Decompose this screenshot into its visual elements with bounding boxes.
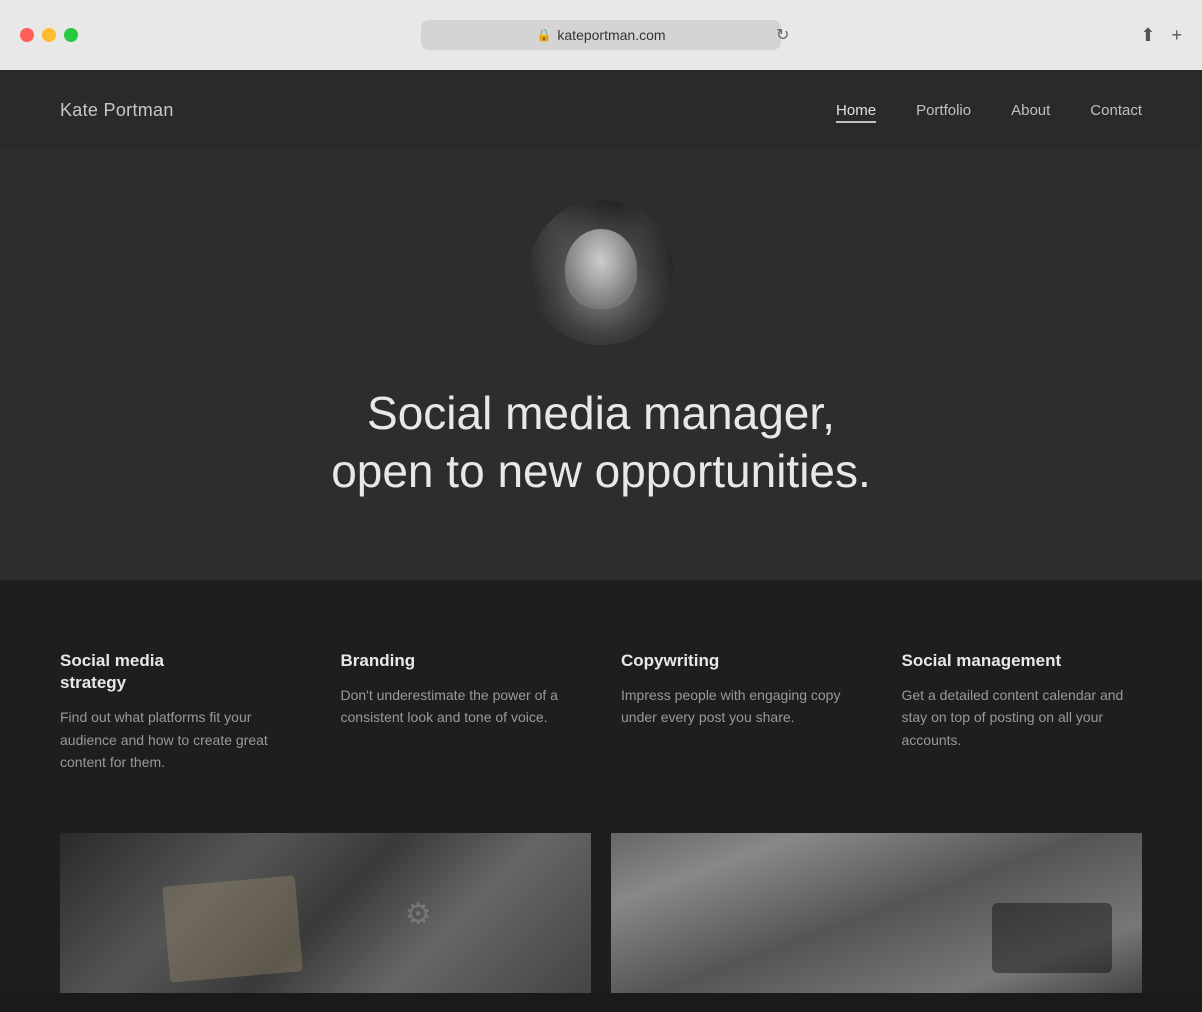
lock-icon: 🔒 bbox=[536, 28, 551, 42]
hero-section: Social media manager, open to new opport… bbox=[0, 150, 1202, 580]
site-logo[interactable]: Kate Portman bbox=[60, 100, 174, 121]
website: Kate Portman Home Portfolio About Contac… bbox=[0, 70, 1202, 993]
service-desc-1: Don't underestimate the power of a consi… bbox=[341, 684, 582, 729]
service-desc-2: Impress people with engaging copy under … bbox=[621, 684, 862, 729]
main-nav: Kate Portman Home Portfolio About Contac… bbox=[0, 70, 1202, 150]
url-text: kateportman.com bbox=[557, 27, 665, 43]
browser-chrome: 🔒 kateportman.com ↻ ⬆ + bbox=[0, 0, 1202, 70]
service-social-management: Social management Get a detailed content… bbox=[902, 650, 1143, 773]
service-social-media-strategy: Social mediastrategy Find out what platf… bbox=[60, 650, 301, 773]
nav-link-portfolio[interactable]: Portfolio bbox=[916, 102, 971, 119]
address-bar[interactable]: 🔒 kateportman.com bbox=[421, 20, 781, 50]
nav-links: Home Portfolio About Contact bbox=[836, 102, 1142, 119]
traffic-lights bbox=[20, 28, 78, 42]
close-button[interactable] bbox=[20, 28, 34, 42]
service-copywriting: Copywriting Impress people with engaging… bbox=[621, 650, 862, 773]
browser-actions: ⬆ + bbox=[1140, 25, 1182, 46]
services-section: Social mediastrategy Find out what platf… bbox=[0, 580, 1202, 833]
portfolio-thumb-right[interactable] bbox=[611, 833, 1142, 993]
share-button[interactable]: ⬆ bbox=[1140, 25, 1155, 46]
service-branding: Branding Don't underestimate the power o… bbox=[341, 650, 582, 773]
hero-title-line2: open to new opportunities. bbox=[331, 445, 871, 497]
portfolio-thumbs bbox=[0, 833, 1202, 993]
service-desc-3: Get a detailed content calendar and stay… bbox=[902, 684, 1143, 751]
portfolio-thumb-right-image bbox=[611, 833, 1142, 993]
new-tab-button[interactable]: + bbox=[1171, 25, 1182, 46]
hero-title-line1: Social media manager, bbox=[367, 387, 835, 439]
nav-link-about[interactable]: About bbox=[1011, 102, 1050, 119]
service-title-3: Social management bbox=[902, 650, 1143, 672]
nav-link-home[interactable]: Home bbox=[836, 102, 876, 119]
service-title-1: Branding bbox=[341, 650, 582, 672]
avatar-image bbox=[529, 200, 674, 345]
reload-button[interactable]: ↻ bbox=[776, 25, 789, 45]
portfolio-thumb-left-image bbox=[60, 833, 591, 993]
service-title-0: Social mediastrategy bbox=[60, 650, 301, 694]
maximize-button[interactable] bbox=[64, 28, 78, 42]
service-title-2: Copywriting bbox=[621, 650, 862, 672]
nav-link-contact[interactable]: Contact bbox=[1090, 102, 1142, 119]
service-desc-0: Find out what platforms fit your audienc… bbox=[60, 706, 301, 773]
portfolio-thumb-left[interactable] bbox=[60, 833, 591, 993]
minimize-button[interactable] bbox=[42, 28, 56, 42]
avatar bbox=[529, 200, 674, 345]
hero-title: Social media manager, open to new opport… bbox=[331, 385, 871, 500]
